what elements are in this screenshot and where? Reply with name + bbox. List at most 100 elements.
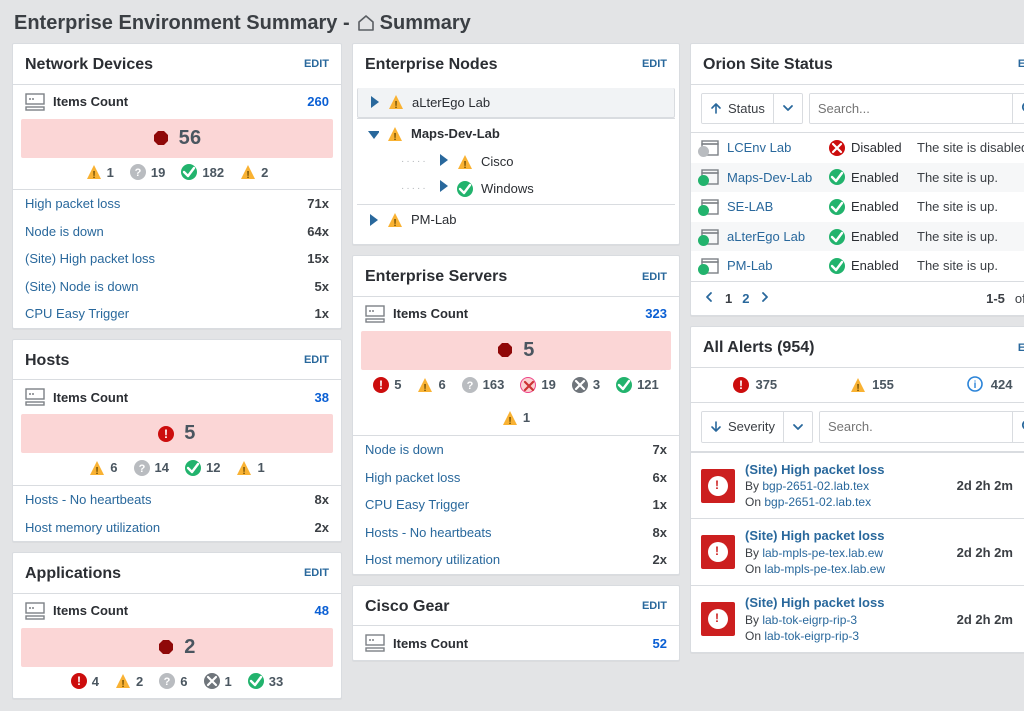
status-item[interactable]: 33 [248, 673, 283, 691]
sort-dropdown[interactable]: Status [701, 93, 803, 125]
site-name[interactable]: SE-LAB [727, 198, 821, 216]
status-item[interactable]: 182 [181, 164, 224, 182]
next-page[interactable] [759, 290, 771, 308]
row-label[interactable]: High packet loss [25, 195, 120, 213]
sort-dropdown[interactable]: Severity [701, 411, 813, 443]
edit-link[interactable]: EDIT [642, 270, 667, 285]
status-item[interactable]: 19 [520, 376, 555, 394]
alert-on[interactable]: lab-mpls-pe-tex.lab.ew [764, 562, 885, 576]
tree-item[interactable]: ! PM-Lab [357, 204, 675, 235]
alert-item[interactable]: (Site) High packet lossBy lab-mpls-pe-te… [691, 518, 1024, 585]
status-item[interactable]: !2 [240, 164, 268, 182]
search-button[interactable] [1012, 412, 1024, 442]
edit-link[interactable]: EDIT [304, 566, 329, 581]
status-item[interactable]: !6 [89, 459, 117, 477]
critical-icon [733, 377, 749, 393]
list-row[interactable]: Hosts - No heartbeats8x [353, 519, 679, 547]
site-name[interactable]: Maps-Dev-Lab [727, 169, 821, 187]
list-row[interactable]: Host memory utilization2x [353, 546, 679, 574]
row-label[interactable]: Node is down [365, 441, 444, 459]
status-item[interactable]: !155 [850, 376, 894, 394]
edit-link[interactable]: EDIT [304, 57, 329, 72]
row-label[interactable]: Node is down [25, 223, 104, 241]
alert-title[interactable]: (Site) High packet loss [745, 527, 947, 545]
edit-link[interactable]: EDIT [642, 599, 667, 614]
site-row[interactable]: SE-LABEnabledThe site is up. [691, 192, 1024, 222]
tree-item[interactable]: ! aLterEgo Lab [357, 88, 675, 119]
alert-title[interactable]: (Site) High packet loss [745, 594, 947, 612]
status-item[interactable]: !1 [502, 409, 530, 427]
row-label[interactable]: High packet loss [365, 469, 460, 487]
search-input[interactable] [820, 412, 1012, 442]
edit-link[interactable]: EDIT [304, 353, 329, 368]
alert-by[interactable]: lab-tok-eigrp-rip-3 [762, 613, 857, 627]
site-name[interactable]: PM-Lab [727, 257, 821, 275]
alert-on[interactable]: lab-tok-eigrp-rip-3 [764, 629, 859, 643]
row-label[interactable]: Hosts - No heartbeats [25, 491, 151, 509]
site-row[interactable]: Maps-Dev-LabEnabledThe site is up. [691, 163, 1024, 193]
expand-icon[interactable] [437, 179, 449, 198]
chevron-down-icon[interactable] [773, 94, 802, 124]
expand-icon[interactable] [367, 214, 379, 226]
status-item[interactable]: 424 [967, 376, 1013, 394]
site-name[interactable]: aLterEgo Lab [727, 228, 821, 246]
list-row[interactable]: Node is down7x [353, 436, 679, 464]
status-item[interactable]: 121 [616, 376, 659, 394]
page-2[interactable]: 2 [742, 290, 749, 308]
prev-page[interactable] [703, 290, 715, 308]
list-row[interactable]: Host memory utilization2x [13, 514, 341, 542]
row-label[interactable]: Host memory utilization [365, 551, 500, 569]
alert-item[interactable]: (Site) High packet lossBy bgp-2651-02.la… [691, 452, 1024, 519]
edit-link[interactable]: EDIT [1018, 57, 1024, 72]
alert-on[interactable]: bgp-2651-02.lab.tex [764, 495, 871, 509]
page-1[interactable]: 1 [725, 290, 732, 308]
status-item[interactable]: 163 [462, 376, 505, 394]
status-item[interactable]: 19 [130, 164, 165, 182]
status-item[interactable]: 14 [134, 459, 169, 477]
list-row[interactable]: High packet loss6x [353, 464, 679, 492]
list-row[interactable]: (Site) High packet loss15x [13, 245, 341, 273]
edit-link[interactable]: EDIT [1018, 341, 1024, 356]
list-row[interactable]: CPU Easy Trigger1x [353, 491, 679, 519]
site-row[interactable]: PM-LabEnabledThe site is up. [691, 251, 1024, 281]
alert-item[interactable]: (Site) High packet lossBy lab-tok-eigrp-… [691, 585, 1024, 652]
status-item[interactable]: !6 [417, 376, 445, 394]
status-item[interactable]: 12 [185, 459, 220, 477]
expand-icon[interactable] [437, 153, 449, 172]
site-name[interactable]: LCEnv Lab [727, 139, 821, 157]
status-item[interactable]: !2 [115, 673, 143, 691]
search-button[interactable] [1012, 94, 1024, 124]
row-label[interactable]: Host memory utilization [25, 519, 160, 537]
site-row[interactable]: LCEnv LabDisabledThe site is disabled. [691, 133, 1024, 163]
list-row[interactable]: Hosts - No heartbeats8x [13, 486, 341, 514]
list-row[interactable]: Node is down64x [13, 218, 341, 246]
row-label[interactable]: CPU Easy Trigger [365, 496, 469, 514]
status-item[interactable]: 3 [572, 376, 600, 394]
list-row[interactable]: (Site) Node is down5x [13, 273, 341, 301]
alert-by[interactable]: bgp-2651-02.lab.tex [762, 479, 869, 493]
expand-icon[interactable] [368, 96, 380, 108]
chevron-down-icon[interactable] [783, 412, 812, 442]
status-item[interactable]: 375 [733, 376, 777, 394]
row-label[interactable]: Hosts - No heartbeats [365, 524, 491, 542]
list-row[interactable]: CPU Easy Trigger1x [13, 300, 341, 328]
collapse-icon[interactable] [367, 128, 379, 140]
row-label[interactable]: (Site) High packet loss [25, 250, 155, 268]
list-row[interactable]: High packet loss71x [13, 190, 341, 218]
status-item[interactable]: !1 [86, 164, 114, 182]
search-input[interactable] [810, 94, 1012, 124]
edit-link[interactable]: EDIT [642, 57, 667, 72]
status-item[interactable]: 6 [159, 673, 187, 691]
site-row[interactable]: aLterEgo LabEnabledThe site is up. [691, 222, 1024, 252]
status-item[interactable]: 1 [204, 673, 232, 691]
alert-title[interactable]: (Site) High packet loss [745, 461, 947, 479]
row-label[interactable]: CPU Easy Trigger [25, 305, 129, 323]
status-item[interactable]: 4 [71, 673, 99, 691]
tree-leaf[interactable]: ····· ! Cisco [391, 149, 675, 176]
status-item[interactable]: 5 [373, 376, 401, 394]
status-item[interactable]: !1 [236, 459, 264, 477]
row-label[interactable]: (Site) Node is down [25, 278, 138, 296]
tree-item[interactable]: ! Maps-Dev-Lab [357, 118, 675, 149]
alert-by[interactable]: lab-mpls-pe-tex.lab.ew [762, 546, 883, 560]
tree-leaf[interactable]: ····· Windows [391, 175, 675, 202]
